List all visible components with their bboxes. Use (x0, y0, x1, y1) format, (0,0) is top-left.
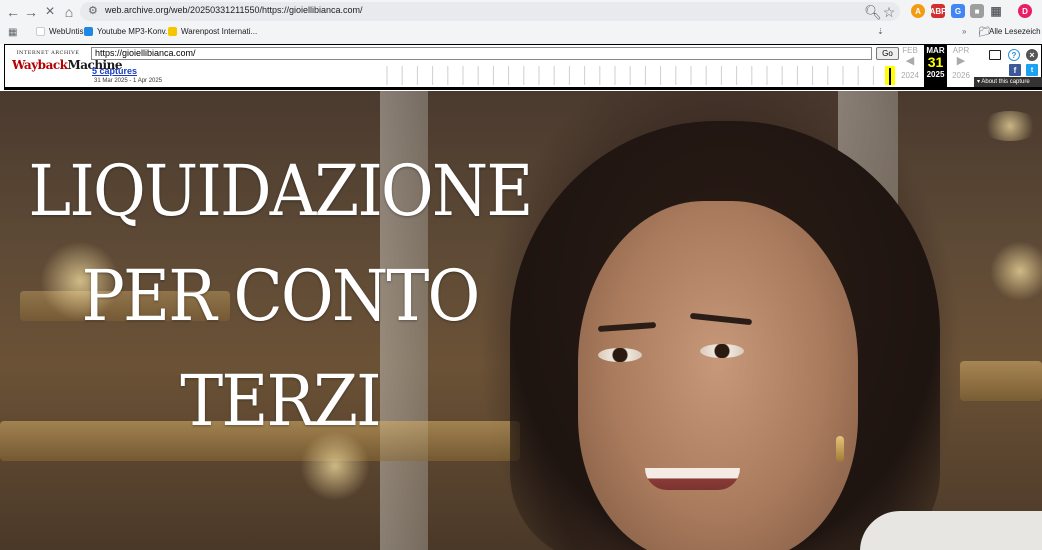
extension-translate-icon[interactable]: G (951, 4, 965, 18)
prev-capture-column[interactable]: FEB ◀ 2024 (900, 45, 920, 80)
youtube-mp3-favicon-icon (84, 27, 93, 36)
portrait-eye (598, 348, 642, 362)
webuntis-favicon-icon (36, 27, 45, 36)
bookmark-label: Warenpost Internati... (181, 27, 258, 36)
wayback-go-button[interactable]: Go (876, 47, 899, 60)
extensions-puzzle-icon[interactable]: ▦ (989, 4, 1003, 18)
address-url[interactable]: web.archive.org/web/20250331211550/https… (105, 5, 363, 15)
twitter-share-icon[interactable]: t (1026, 64, 1038, 76)
wayback-logo-top: INTERNET ARCHIVE (16, 50, 80, 56)
hero-banner: LIQUIDAZIONE PER CONTO TERZI (0, 91, 1042, 550)
jewelry-display-shelf (960, 361, 1042, 401)
portrait-shirt (860, 511, 1042, 550)
extension-adblock-icon[interactable]: ABP (930, 4, 946, 18)
bookmarks-bar: ▦ WebUntis Youtube MP3-Konv... Warenpost… (0, 24, 1042, 42)
bookmark-youtube-mp3[interactable]: Youtube MP3-Konv... (84, 27, 172, 36)
bokeh-light (980, 111, 1040, 141)
next-capture-arrow-icon[interactable]: ▶ (950, 55, 972, 68)
extension-avast-icon[interactable]: A (911, 4, 925, 18)
bookmark-warenpost[interactable]: Warenpost Internati... (168, 27, 257, 36)
portrait-face (578, 201, 858, 550)
next-capture-column[interactable]: APR ▶ 2026 (950, 45, 972, 80)
facebook-share-icon[interactable]: f (1009, 64, 1021, 76)
about-capture-label: About this capture (981, 79, 1030, 85)
warenpost-favicon-icon (168, 27, 177, 36)
hero-headline: LIQUIDAZIONE PER CONTO TERZI (0, 139, 560, 454)
next-month-label: APR (952, 46, 970, 55)
wayback-save-icon[interactable] (989, 50, 1001, 60)
portrait-eye (700, 344, 744, 358)
headline-line-2: PER CONTO (81, 255, 481, 337)
apps-grid-icon[interactable]: ▦ (8, 27, 17, 38)
profile-initial: D (1022, 6, 1028, 16)
prev-year-label: 2024 (901, 71, 919, 80)
current-year-label: 2025 (926, 70, 945, 79)
forward-arrow-icon[interactable]: → (22, 3, 40, 21)
captures-link[interactable]: 5 captures (92, 66, 137, 76)
prev-capture-arrow-icon[interactable]: ◀ (900, 55, 920, 68)
current-day-label: 31 (927, 54, 944, 70)
site-info-icon[interactable]: ⚙ (88, 5, 100, 17)
portrait-earring (836, 436, 844, 462)
wayback-toolbar: INTERNET ARCHIVE WaybackMachine https://… (4, 44, 1042, 90)
url-host: web.archive.org (105, 5, 169, 15)
about-capture-button[interactable]: ▾ About this capture (974, 77, 1042, 87)
sparkline-capture-bar (889, 68, 891, 85)
bookmarks-overflow-button[interactable]: » (962, 27, 966, 36)
prev-month-label: FEB (902, 46, 918, 55)
wayback-logo[interactable]: INTERNET ARCHIVE WaybackMachine (12, 50, 122, 84)
bokeh-light (990, 241, 1042, 301)
download-arrow-icon[interactable]: ⇣ (877, 27, 884, 36)
bookmark-label: WebUntis (49, 27, 84, 36)
home-icon[interactable]: ⌂ (60, 3, 78, 21)
bookmark-label: Youtube MP3-Konv... (97, 27, 172, 36)
wayback-actions: ? × f t (985, 47, 1041, 77)
wayback-url-input[interactable]: https://gioiellibianca.com/ (91, 47, 872, 60)
headline-line-3: TERZI (180, 360, 381, 442)
extension-generic-icon[interactable]: ■ (970, 4, 984, 18)
wayback-logo-main: WaybackMachine (12, 58, 122, 72)
url-path: /web/20250331211550/https://gioiellibian… (168, 5, 363, 15)
help-icon[interactable]: ? (1008, 49, 1020, 61)
headline-line-1: LIQUIDAZIONE (28, 150, 533, 232)
capture-date-range: 31 Mar 2025 - 1 Apr 2025 (94, 78, 163, 84)
browser-chrome: ← → × ⌂ ⚙ web.archive.org/web/2025033121… (0, 0, 1042, 44)
next-year-label: 2026 (952, 71, 970, 80)
capture-sparkline[interactable] (377, 66, 902, 85)
bookmark-webuntis[interactable]: WebUntis (36, 27, 84, 36)
back-arrow-icon[interactable]: ← (4, 3, 22, 21)
stop-loading-icon[interactable]: × (41, 3, 59, 21)
wayback-logo-word-a: Wayback (12, 58, 68, 72)
current-capture-column: MAR 31 2025 (924, 45, 947, 88)
bookmark-star-icon[interactable]: ☆ (880, 3, 898, 21)
profile-avatar[interactable]: D (1018, 4, 1032, 18)
close-wayback-icon[interactable]: × (1026, 49, 1038, 61)
all-bookmarks-button[interactable]: Alle Lesezeich (989, 27, 1041, 36)
portrait-smile (645, 468, 740, 490)
